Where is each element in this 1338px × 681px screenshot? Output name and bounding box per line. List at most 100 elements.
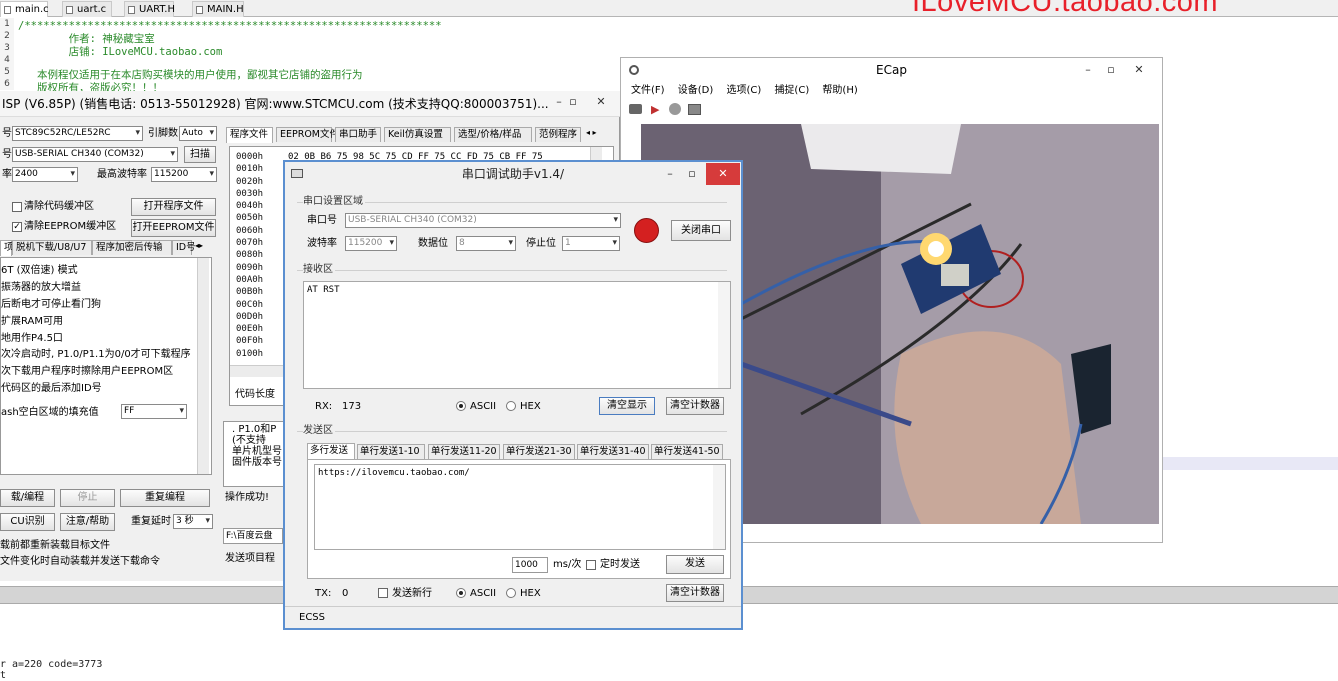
check-mcu-button[interactable]: CU识别	[0, 513, 55, 531]
tab-single-31-40[interactable]: 单行发送31-40	[577, 444, 649, 459]
clear-display-button[interactable]: 清空显示	[599, 397, 655, 415]
file-path-field[interactable]: F:\百度云盘	[223, 528, 283, 544]
tab-selection-price[interactable]: 选型/价格/样品	[454, 127, 532, 142]
baud-select[interactable]: 115200	[345, 236, 397, 251]
minimize-icon[interactable]: –	[659, 163, 681, 185]
close-port-button[interactable]: 关闭串口	[671, 220, 731, 241]
record-icon[interactable]: ▶	[651, 103, 659, 116]
menu-device[interactable]: 设备(D)	[678, 85, 714, 96]
data-bits-select[interactable]: 8	[456, 236, 516, 251]
reload-before-download-option[interactable]: 载前都重新装载目标文件	[0, 539, 110, 553]
send-hex-radio[interactable]	[506, 588, 516, 598]
send-button[interactable]: 发送	[666, 555, 724, 574]
menu-capture[interactable]: 捕捉(C)	[774, 85, 809, 96]
clear-code-checkbox[interactable]	[12, 202, 22, 212]
tab-uart-h[interactable]: UART.H	[124, 1, 175, 17]
tab-single-21-30[interactable]: 单行发送21-30	[503, 444, 575, 459]
option-item[interactable]: 地用作P4.5口	[1, 332, 63, 346]
option-item[interactable]: 6T (双倍速) 模式	[1, 264, 78, 278]
tab-id[interactable]: ID号	[172, 240, 196, 255]
port-select[interactable]: USB-SERIAL CH340 (COM32)	[12, 147, 178, 162]
stop-button[interactable]: 停止	[60, 489, 115, 507]
recv-ascii-radio[interactable]	[456, 401, 466, 411]
webcam-icon	[629, 65, 639, 75]
menu-help[interactable]: 帮助(H)	[822, 85, 857, 96]
receive-textarea[interactable]: AT RST	[303, 281, 731, 389]
clear-tx-counter-button[interactable]: 清空计数器	[666, 584, 724, 602]
options-scrollbar[interactable]	[197, 258, 209, 474]
stop-bits-select[interactable]: 1	[562, 236, 620, 251]
stop-record-icon[interactable]	[669, 103, 681, 115]
tab-encrypted-transfer[interactable]: 程序加密后传输	[92, 240, 172, 255]
scan-button[interactable]: 扫描	[184, 146, 216, 163]
send-interval-input[interactable]: 1000	[512, 557, 548, 573]
send-textarea[interactable]: https://ilovemcu.taobao.com/	[314, 464, 726, 550]
open-program-button[interactable]: 打开程序文件	[131, 198, 216, 216]
open-eeprom-button[interactable]: 打开EEPROM文件	[131, 219, 216, 237]
code-area[interactable]: /***************************************…	[18, 20, 618, 94]
tab-label: main.c	[15, 4, 49, 15]
option-item[interactable]: 振荡器的放大增益	[1, 281, 81, 295]
tab-program-file[interactable]: 程序文件	[226, 127, 273, 143]
hex-address: 0000h	[236, 152, 264, 162]
close-icon[interactable]: ✕	[1128, 59, 1150, 81]
port-select[interactable]: USB-SERIAL CH340 (COM32)	[345, 213, 621, 228]
minimize-icon[interactable]: –	[1077, 59, 1099, 81]
repeat-delay-select[interactable]: 3 秒	[173, 514, 213, 529]
camera-icon[interactable]	[629, 104, 642, 114]
menu-options[interactable]: 选项(C)	[726, 85, 761, 96]
mcu-type-select[interactable]: STC89C52RC/LE52RC	[12, 126, 143, 141]
port-label: 号	[2, 149, 12, 160]
tab-single-1-10[interactable]: 单行发送1-10	[357, 444, 425, 459]
tab-examples[interactable]: 范例程序	[535, 127, 581, 142]
max-baud-select[interactable]: 115200	[151, 167, 217, 182]
option-item[interactable]: 后断电才可停止看门狗	[1, 298, 101, 312]
isp-title: ISP (V6.85P) (销售电话: 0513-55012928) 官网:ww…	[2, 97, 549, 111]
file-icon	[128, 6, 135, 14]
tab-scroll-arrows[interactable]: ◂ ▸	[586, 128, 597, 137]
receive-scrollbar[interactable]	[718, 282, 730, 388]
image-icon[interactable]	[688, 104, 701, 115]
tab-keil-sim[interactable]: Keil仿真设置	[384, 127, 451, 142]
tab-single-41-50[interactable]: 单行发送41-50	[651, 444, 723, 459]
tab-options[interactable]: 项	[0, 240, 14, 256]
tab-main-c[interactable]: main.c	[0, 1, 49, 17]
tab-main-h[interactable]: MAIN.H	[192, 1, 244, 17]
receive-group-label: 接收区	[303, 264, 335, 276]
maximize-icon[interactable]: ▫	[681, 163, 703, 185]
hex-address: 00D0h	[236, 311, 264, 322]
tab-serial-helper[interactable]: 串口助手	[335, 127, 381, 142]
maximize-icon[interactable]: ▫	[562, 91, 584, 113]
clear-rx-counter-button[interactable]: 清空计数器	[666, 397, 724, 415]
tab-eeprom-file[interactable]: EEPROM文件	[276, 127, 339, 142]
repeat-program-button[interactable]: 重复编程	[120, 489, 210, 507]
option-item[interactable]: 次冷启动时, P1.0/P1.1为0/0才可下载程序	[1, 348, 191, 362]
tab-scroll-arrows[interactable]: ◂▸	[195, 241, 203, 250]
option-item[interactable]: 代码区的最后添加ID号	[1, 382, 102, 396]
option-item[interactable]: 次下载用户程序时擦除用户EEPROM区	[1, 365, 173, 379]
tab-uart-c[interactable]: uart.c	[62, 1, 112, 17]
download-program-button[interactable]: 载/编程	[0, 489, 55, 507]
send-ascii-radio[interactable]	[456, 588, 466, 598]
tab-offline-download[interactable]: 脱机下载/U8/U7	[12, 240, 92, 255]
menu-file[interactable]: 文件(F)	[631, 85, 665, 96]
recv-hex-radio[interactable]	[506, 401, 516, 411]
send-newline-checkbox[interactable]	[378, 588, 388, 598]
tab-single-11-20[interactable]: 单行发送11-20	[428, 444, 500, 459]
close-icon[interactable]: ✕	[590, 91, 612, 113]
send-scrollbar[interactable]	[713, 465, 725, 549]
help-button[interactable]: 注意/帮助	[60, 513, 115, 531]
clear-eeprom-checkbox[interactable]: ✓	[12, 222, 22, 232]
option-item[interactable]: 扩展RAM可用	[1, 315, 63, 329]
auto-download-option[interactable]: 文件变化时自动装载并发送下载命令	[0, 555, 160, 569]
tab-multi-send[interactable]: 多行发送	[307, 443, 355, 459]
close-icon[interactable]: ✕	[706, 163, 740, 185]
fill-value-select[interactable]: FF	[121, 404, 187, 419]
hex-address: 0100h	[236, 348, 264, 359]
timed-send-checkbox[interactable]	[586, 560, 596, 570]
pin-count-select[interactable]: Auto	[179, 126, 217, 141]
line-number: 3	[4, 43, 10, 53]
mcu-type-label: 号	[2, 128, 12, 139]
maximize-icon[interactable]: ▫	[1100, 59, 1122, 81]
baud-select[interactable]: 2400	[12, 167, 78, 182]
